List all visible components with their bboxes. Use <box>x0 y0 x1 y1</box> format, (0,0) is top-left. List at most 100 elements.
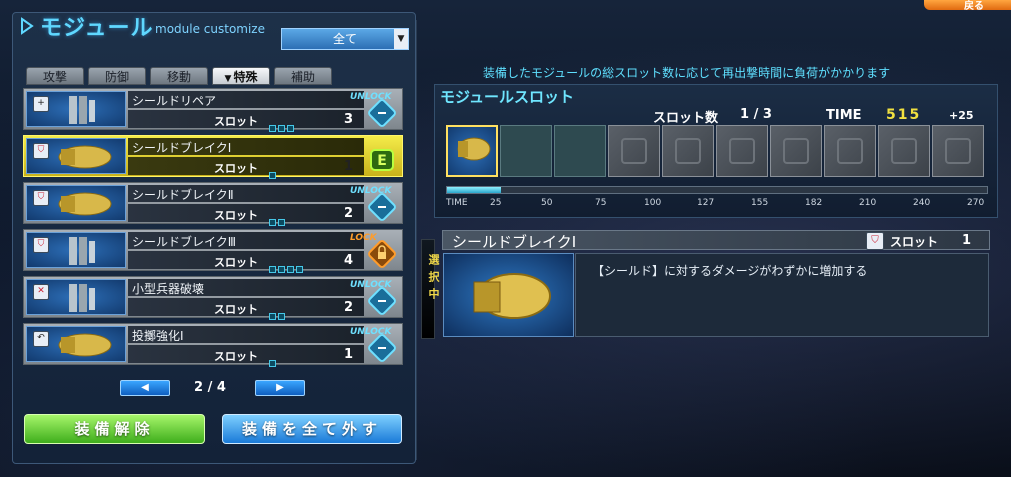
info-message: 装備したモジュールの総スロット数に応じて再出撃時間に負荷がかかります <box>483 66 891 80</box>
tick-label: 100 <box>644 198 662 208</box>
back-button[interactable]: 戻る <box>924 0 1011 12</box>
detail-description: 【シールド】に対するダメージがわずかに増加する <box>592 264 868 278</box>
tab-attack[interactable]: 攻撃 <box>26 67 84 85</box>
timeline-label: TIME <box>446 198 468 208</box>
time-gauge-ticks: TIME 25 50 75 100 127 155 182 210 240 27… <box>446 198 994 210</box>
selecting-tag-text: 選択中 <box>427 254 440 305</box>
list-item[interactable]: ↶ 投擲強化Ⅰ スロット 1 UNLOCK <box>23 323 403 367</box>
slot-count-value: 1 / 3 <box>740 107 772 122</box>
slot-pips <box>269 305 287 320</box>
module-name: 小型兵器破壊 <box>132 282 205 296</box>
title-arrow-icon <box>21 17 34 35</box>
module-name: シールドブレイクⅠ <box>132 141 232 155</box>
shield-badge-icon: ⛉ <box>33 190 49 206</box>
shield-break-icon <box>473 273 551 319</box>
slot-count: 2 <box>344 300 354 315</box>
unequip-button[interactable]: 装備解除 <box>24 414 205 444</box>
list-item[interactable]: + シールドリペア スロット 3 UNLOCK <box>23 88 403 132</box>
page-indicator: 2 / 4 <box>194 380 226 395</box>
detail-slot-value: 1 <box>962 233 972 248</box>
slot-count: 4 <box>344 253 354 268</box>
list-item[interactable]: ✕ 小型兵器破壊 スロット 2 UNLOCK <box>23 276 403 320</box>
back-button-label: 戻る <box>964 1 984 12</box>
slot-count: 1 <box>344 347 354 362</box>
slot-open[interactable] <box>554 125 606 177</box>
lock-icon <box>368 240 396 268</box>
slot-filled[interactable] <box>446 125 498 177</box>
tick-label: 270 <box>967 198 985 208</box>
slot-label: スロット <box>214 256 258 269</box>
tick-label: 50 <box>541 198 553 208</box>
time-gauge-fill <box>447 187 501 193</box>
unlock-icon <box>368 287 396 315</box>
tab-movement[interactable]: 移動 <box>150 67 208 85</box>
detail-slot-label: スロット <box>890 235 939 249</box>
filter-dropdown[interactable]: 全て ▼ <box>281 28 409 50</box>
slot-label: スロット <box>214 303 258 316</box>
tab-special[interactable]: ▼ 特殊 <box>212 67 270 85</box>
detail-module-image <box>443 253 574 337</box>
shield-badge-icon: ⛉ <box>866 232 884 250</box>
time-value: 515 <box>886 107 922 123</box>
tick-label: 155 <box>751 198 769 208</box>
module-thumbnail: ⛉ <box>26 232 126 268</box>
slot-label: スロット <box>214 209 258 222</box>
equipped-icon: E <box>370 149 394 171</box>
tab-label: 攻撃 <box>42 70 67 84</box>
unequip-all-button[interactable]: 装備を全て外す <box>222 414 402 444</box>
slot-pips <box>269 211 287 226</box>
slot-locked <box>770 125 822 177</box>
list-item-selected[interactable]: ⛉ シールドブレイクⅠ スロット 1 E <box>23 135 403 179</box>
list-item[interactable]: ⛉ シールドブレイクⅡ スロット 2 UNLOCK <box>23 182 403 226</box>
module-thumbnail: ⛉ <box>26 185 126 221</box>
unlock-icon <box>368 193 396 221</box>
slot-count: 2 <box>344 206 354 221</box>
module-thumbnail: + <box>26 91 126 127</box>
next-page-button[interactable]: ▶ <box>255 380 305 396</box>
tab-support[interactable]: 補助 <box>274 67 332 85</box>
tick-label: 127 <box>697 198 715 208</box>
divider <box>416 20 417 460</box>
slot-locked <box>932 125 984 177</box>
tab-label: 防御 <box>104 70 129 84</box>
svg-text:E: E <box>377 153 387 169</box>
slot-count: 1 <box>344 159 354 174</box>
detail-module-name: シールドブレイクⅠ <box>452 233 577 251</box>
slot-label: スロット <box>214 162 258 175</box>
module-name: シールドブレイクⅡ <box>132 188 234 202</box>
slot-open[interactable] <box>500 125 552 177</box>
prev-page-button[interactable]: ◀ <box>120 380 170 396</box>
tick-label: 210 <box>859 198 877 208</box>
throw-badge-icon: ↶ <box>33 331 49 347</box>
shield-badge-icon: ⛉ <box>33 143 49 159</box>
tick-label: 182 <box>805 198 823 208</box>
module-thumbnail: ↶ <box>26 326 126 362</box>
triangle-right-icon: ▶ <box>276 382 284 393</box>
module-name: シールドリペア <box>132 94 217 108</box>
triangle-down-icon: ▼ <box>224 74 232 84</box>
slot-locked <box>662 125 714 177</box>
slot-pips <box>269 258 305 273</box>
page-title: モジュール <box>40 16 154 41</box>
module-thumbnail: ✕ <box>26 279 126 315</box>
slot-locked <box>608 125 660 177</box>
slot-label: スロット <box>214 115 258 128</box>
slot-pips <box>269 117 296 132</box>
tick-label: 75 <box>595 198 607 208</box>
tick-label: 25 <box>490 198 502 208</box>
slot-pips <box>269 352 278 367</box>
chevron-down-icon[interactable]: ▼ <box>394 29 408 49</box>
unlock-icon <box>368 99 396 127</box>
filter-selected-value: 全て <box>332 32 357 46</box>
list-item[interactable]: ⛉ シールドブレイクⅢ スロット 4 LOCK <box>23 229 403 273</box>
page-subtitle: module customize <box>155 22 265 36</box>
slot-locked <box>878 125 930 177</box>
tab-defense[interactable]: 防御 <box>88 67 146 85</box>
shield-break-icon <box>457 137 491 161</box>
module-name: 投擲強化Ⅰ <box>132 329 184 343</box>
slot-count: 3 <box>344 112 354 127</box>
selecting-tag: 選択中 <box>421 239 440 339</box>
slot-pips <box>269 164 278 179</box>
weapon-badge-icon: ✕ <box>33 284 49 300</box>
module-thumbnail: ⛉ <box>26 138 126 174</box>
